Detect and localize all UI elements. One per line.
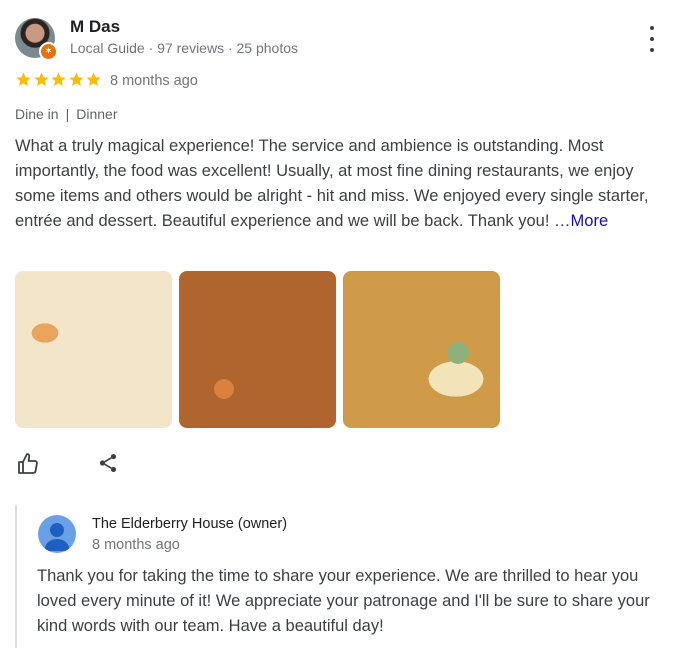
owner-reply: The Elderberry House (owner) 8 months ag…	[15, 505, 677, 648]
review-body: What a truly magical experience! The ser…	[15, 137, 649, 230]
star-icon	[16, 72, 31, 87]
review-photos	[15, 271, 507, 428]
owner-reply-text: Thank you for taking the time to share y…	[37, 567, 650, 635]
review-time: 8 months ago	[110, 73, 198, 89]
review-photo-2[interactable]	[179, 271, 336, 428]
reviewer-meta: Local Guide · 97 reviews · 25 photos	[70, 40, 299, 56]
tag-separator: |	[65, 106, 70, 122]
reviewer-name[interactable]: M Das	[70, 17, 120, 37]
star-icon	[51, 72, 66, 87]
star-icon	[33, 72, 49, 87]
share-icon[interactable]	[97, 452, 119, 474]
review-photo-1[interactable]	[15, 271, 172, 428]
owner-name: The Elderberry House (owner)	[92, 516, 288, 532]
review-text: What a truly magical experience! The ser…	[15, 134, 670, 234]
owner-reply-time: 8 months ago	[92, 537, 180, 553]
tag-meal: Dinner	[76, 106, 118, 122]
owner-avatar-icon	[38, 515, 76, 553]
review-card: ✶ M Das Local Guide · 97 reviews · 25 ph…	[0, 0, 682, 667]
thumbs-up-icon[interactable]	[16, 452, 40, 476]
review-photo-3[interactable]	[343, 271, 500, 428]
star-icon	[68, 72, 84, 87]
star-rating	[15, 71, 103, 91]
visit-tags: Dine in | Dinner	[15, 106, 117, 122]
reviewer-avatar[interactable]: ✶	[15, 18, 58, 61]
more-options-icon[interactable]	[642, 26, 662, 52]
tag-service: Dine in	[15, 106, 59, 122]
local-guide-badge-icon: ✶	[39, 42, 58, 61]
more-link[interactable]: More	[571, 212, 609, 230]
star-icon	[86, 72, 101, 87]
